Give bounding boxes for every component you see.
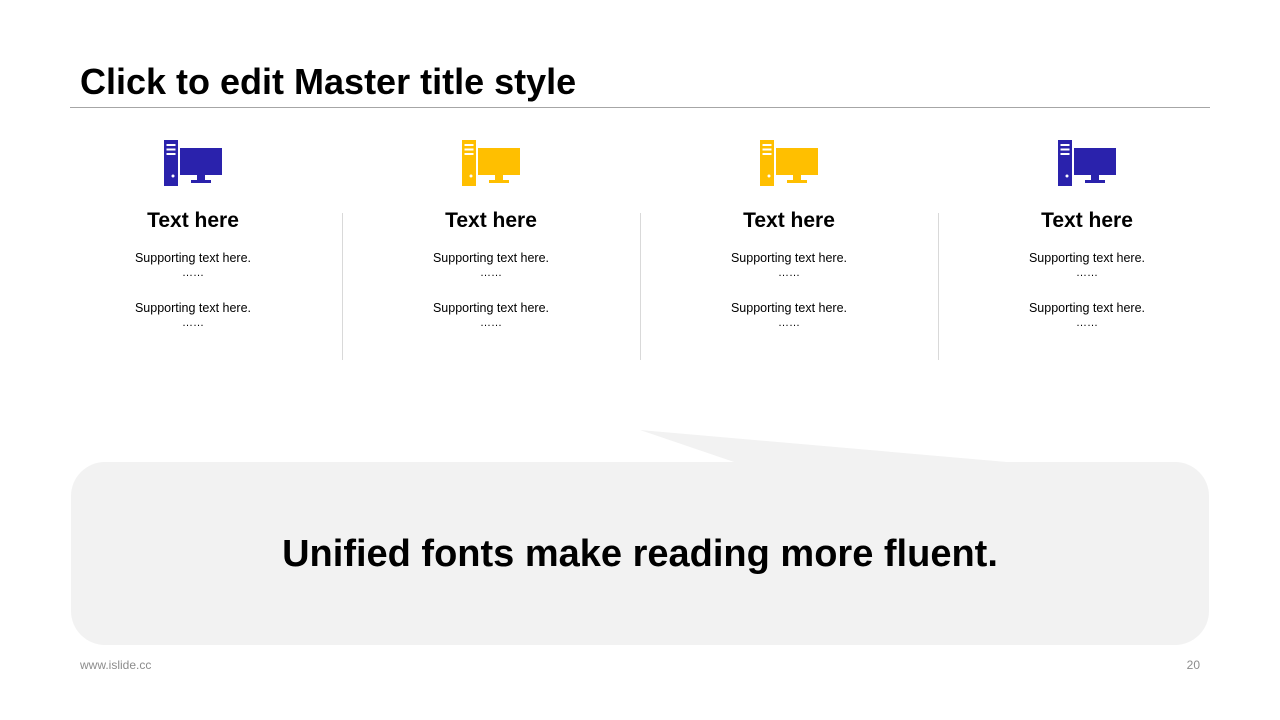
callout-text: Unified fonts make reading more fluent. (282, 532, 998, 575)
footer-website: www.islide.cc (80, 658, 152, 672)
callout-box: Unified fonts make reading more fluent. (71, 462, 1209, 645)
page-number: 20 (1186, 658, 1200, 672)
